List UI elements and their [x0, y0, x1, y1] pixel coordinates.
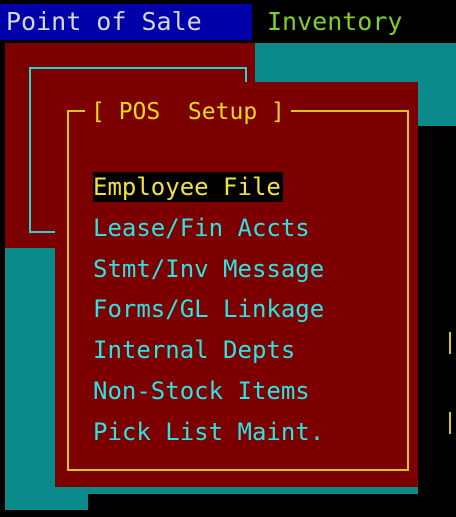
pos-setup-menu: Employee File Lease/Fin Accts Stmt/Inv M…: [93, 172, 326, 458]
offscreen-frame-edge: [449, 412, 456, 434]
menu-option-internal-depts[interactable]: Internal Depts: [93, 335, 326, 376]
menu-option-employee-file[interactable]: Employee File: [93, 172, 326, 213]
menu-inventory[interactable]: Inventory: [267, 4, 456, 40]
menu-option-lease-fin-accts[interactable]: Lease/Fin Accts: [93, 213, 326, 254]
menu-option-label: Stmt/Inv Message: [93, 254, 325, 283]
menu-option-label: Employee File: [93, 172, 283, 202]
menu-option-label: Forms/GL Linkage: [93, 295, 325, 324]
offscreen-frame-edge: [449, 332, 456, 354]
menu-option-pick-list-maint[interactable]: Pick List Maint.: [93, 417, 326, 458]
menu-option-label: Non-Stock Items: [93, 376, 310, 405]
background-panel-right: [418, 126, 456, 510]
menu-option-forms-gl-linkage[interactable]: Forms/GL Linkage: [93, 294, 326, 335]
dialog-title: [ POS Setup ]: [85, 94, 291, 130]
menu-option-label: Lease/Fin Accts: [93, 213, 310, 242]
menu-point-of-sale[interactable]: Point of Sale: [0, 4, 252, 40]
menu-option-label: Internal Depts: [93, 336, 296, 365]
top-menu-bar: Point of Sale Inventory: [0, 0, 456, 43]
menu-option-non-stock-items[interactable]: Non-Stock Items: [93, 376, 326, 417]
menu-option-stmt-inv-message[interactable]: Stmt/Inv Message: [93, 254, 326, 295]
menu-option-label: Pick List Maint.: [93, 417, 325, 446]
background-panel-bottom: [88, 494, 456, 510]
